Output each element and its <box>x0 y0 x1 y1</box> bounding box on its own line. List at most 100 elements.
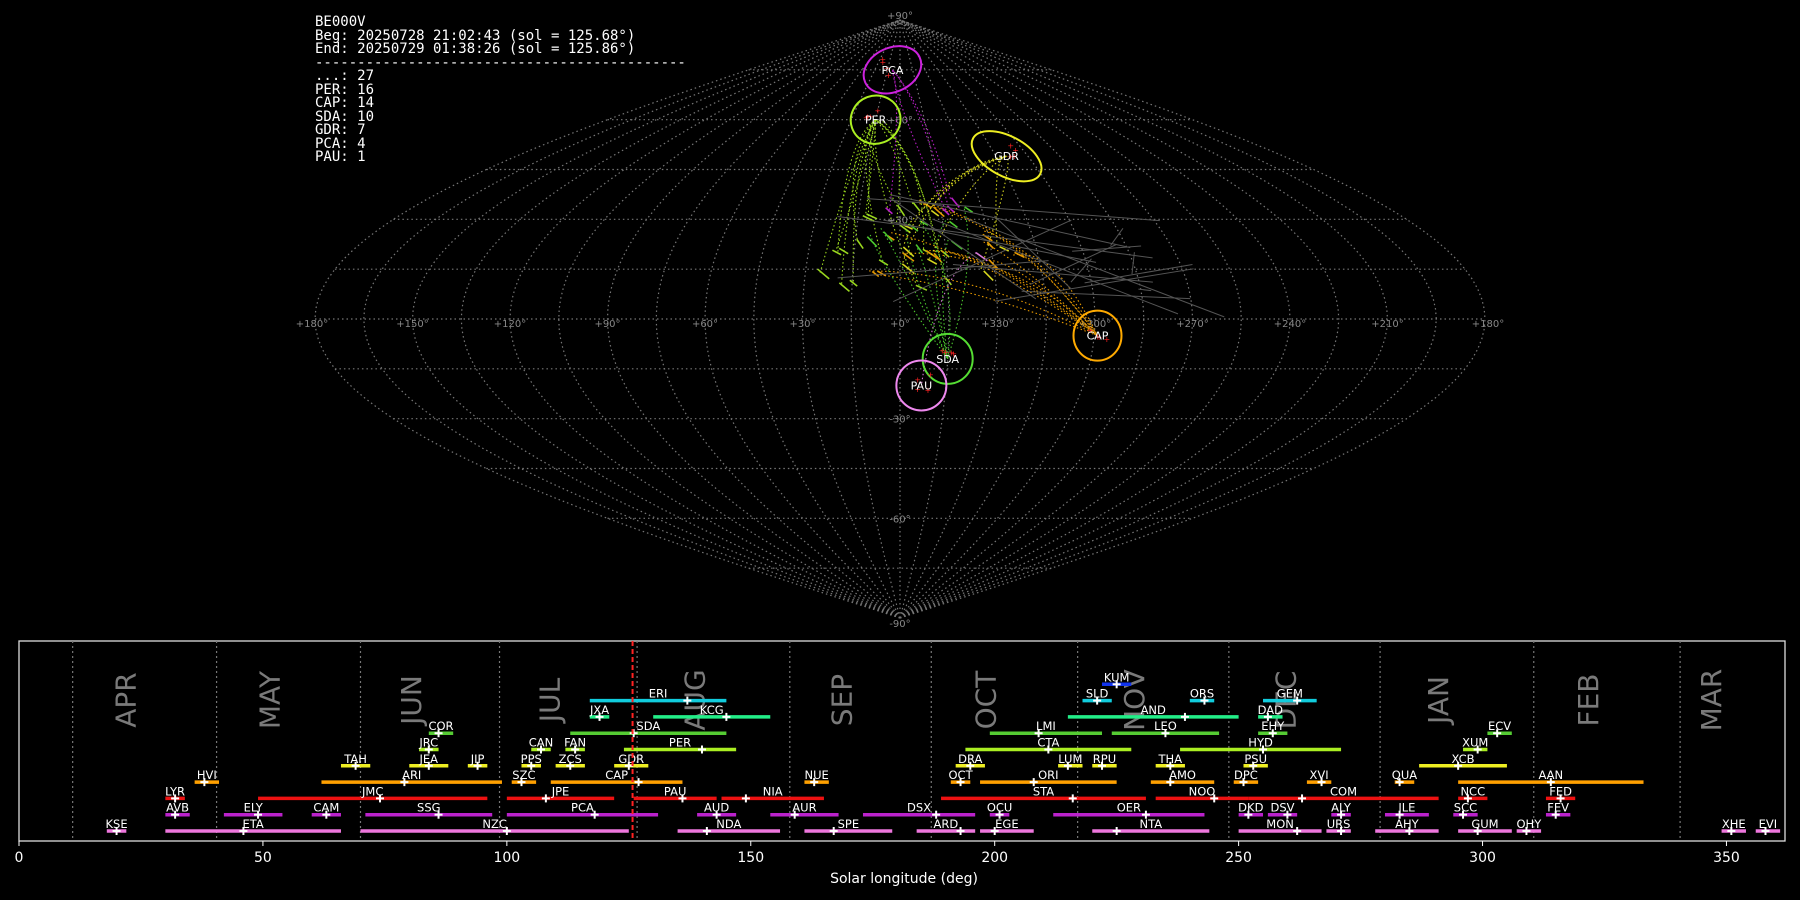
meteor-streak <box>983 270 994 282</box>
shower-label: CAP <box>605 768 628 782</box>
shower-ORS: ORS <box>1189 687 1215 705</box>
shower-label: SSG <box>417 801 441 815</box>
shower-label: OHY <box>1517 817 1543 831</box>
shower-label: DSX <box>907 801 931 815</box>
month-label-MAR: MAR <box>1695 669 1728 732</box>
meteor-streak <box>950 197 960 208</box>
shower-JRC: JRC <box>418 736 439 754</box>
month-label-APR: APR <box>110 672 143 728</box>
shower-SLD: SLD <box>1082 687 1112 705</box>
longitude-label: +30° <box>789 319 815 330</box>
shower-label: AND <box>1141 703 1166 717</box>
shower-label: LYR <box>165 784 185 798</box>
shower-label: HYD <box>1248 736 1273 750</box>
shower-label: ZCS <box>559 752 582 766</box>
radiant-label-GDR: GDR <box>994 150 1019 163</box>
shower-DRA: DRA <box>955 752 985 770</box>
shower-label: CTA <box>1037 736 1059 750</box>
shower-OCT: OCT <box>948 768 974 787</box>
shower-label: NUE <box>804 768 828 782</box>
shower-OCU: OCU <box>987 801 1012 819</box>
shower-label: PCA <box>571 801 594 815</box>
shower-THA: THA <box>1155 752 1185 770</box>
shower-label: SCC <box>1454 801 1477 815</box>
meteor-trail-GDR <box>907 155 1007 226</box>
shower-FEV: FEV <box>1545 801 1571 819</box>
shower-label: COR <box>428 719 453 733</box>
shower-COR: COR <box>428 719 454 738</box>
shower-label: ALY <box>1331 801 1352 815</box>
x-tick-label: 0 <box>15 850 24 866</box>
longitude-label: +120° <box>494 319 526 330</box>
shower-label: NCC <box>1460 784 1485 798</box>
meteor-streak <box>838 282 850 292</box>
shower-label: EHY <box>1261 719 1285 733</box>
shower-label: QUA <box>1392 768 1417 782</box>
shower-label: DAD <box>1258 703 1284 717</box>
x-tick-label: 200 <box>981 850 1008 866</box>
shower-label: GDR <box>618 752 644 766</box>
shower-URS: URS <box>1326 817 1351 835</box>
shower-label: OER <box>1117 801 1141 815</box>
radiant-label-PAU: PAU <box>911 379 933 392</box>
x-tick-label: 50 <box>254 850 272 866</box>
meteor-streak <box>915 284 928 291</box>
radiant-label-PER: PER <box>865 114 887 127</box>
shower-QUA: QUA <box>1392 768 1417 787</box>
shower-label: ERI <box>649 687 668 701</box>
shower-NUE: NUE <box>804 768 829 787</box>
shower-label: JXA <box>589 703 609 717</box>
longitude-label: +180° <box>1472 319 1504 330</box>
longitude-label: +150° <box>396 319 428 330</box>
shower-SCC: SCC <box>1453 801 1478 819</box>
shower-label: ORS <box>1190 687 1214 701</box>
meteor-streak <box>817 268 830 280</box>
x-axis-label: Solar longitude (deg) <box>830 871 978 887</box>
shower-label: AMO <box>1169 768 1196 782</box>
shower-label: THA <box>1158 752 1183 766</box>
shower-label: TAH <box>343 752 367 766</box>
shower-label: ORI <box>1038 768 1058 782</box>
shower-DAD: DAD <box>1258 703 1284 721</box>
shower-label: CAM <box>313 801 339 815</box>
shower-label: EGE <box>995 817 1018 831</box>
month-label-JUL: JUL <box>533 677 566 724</box>
shower-EHY: EHY <box>1258 719 1288 738</box>
month-label-FEB: FEB <box>1572 673 1605 726</box>
shower-label: DKD <box>1238 801 1263 815</box>
x-tick-label: 150 <box>737 850 764 866</box>
shower-label: DSV <box>1271 801 1295 815</box>
shower-label: NDA <box>716 817 741 831</box>
shower-JIP: JIP <box>467 752 488 770</box>
shower-label: SDA <box>636 719 660 733</box>
meteor-trail-SDA <box>869 234 949 360</box>
radiant-PAU: ++++PAU <box>895 359 948 412</box>
meteor-trail-PER <box>869 119 898 207</box>
month-label-JUN: JUN <box>395 675 428 727</box>
shower-label: JEA <box>419 752 439 766</box>
shower-label: SPE <box>838 817 860 831</box>
shower-SZC: SZC <box>511 768 537 787</box>
shower-label: HVI <box>197 768 217 782</box>
shower-label: XCB <box>1452 752 1475 766</box>
shower-label: AUR <box>792 801 816 815</box>
x-tick-label: 350 <box>1713 850 1740 866</box>
shower-DPC: DPC <box>1233 768 1259 787</box>
shower-label: ELY <box>244 801 264 815</box>
shower-label: MON <box>1266 817 1294 831</box>
shower-label: LEO <box>1154 719 1177 733</box>
longitude-label: +0° <box>890 319 910 330</box>
radiant-label-PCA: PCA <box>882 64 904 77</box>
longitude-label: +180° <box>296 319 328 330</box>
shower-ALY: ALY <box>1331 801 1352 819</box>
shower-RPU: RPU <box>1092 752 1117 770</box>
shower-label: ECV <box>1488 719 1511 733</box>
radiant-point: + <box>927 370 934 379</box>
sporadic-trail <box>952 264 1153 283</box>
shower-PSU: PSU <box>1243 752 1268 770</box>
latitude-label: +90° <box>887 11 913 22</box>
x-tick-label: 300 <box>1469 850 1496 866</box>
month-label-JAN: JAN <box>1422 676 1455 726</box>
meteor-streak <box>856 238 864 249</box>
shower-label: AAN <box>1538 768 1563 782</box>
